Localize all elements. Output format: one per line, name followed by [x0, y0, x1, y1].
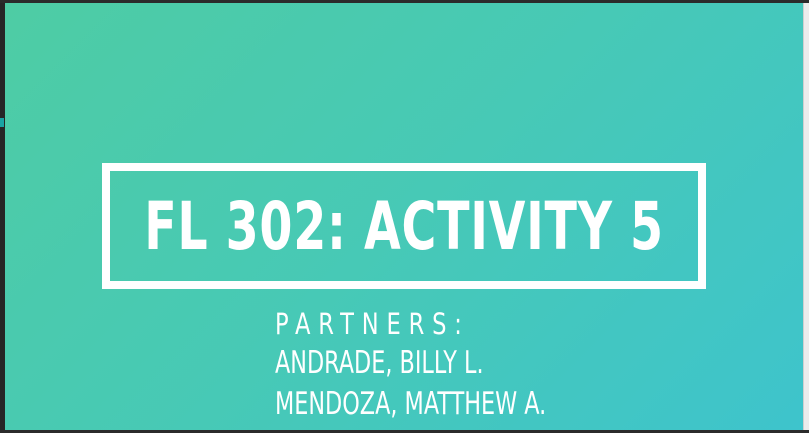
gutter-marker	[0, 159, 4, 170]
gutter-marker	[0, 203, 4, 214]
title-frame: FL 302: ACTIVITY 5	[102, 163, 706, 289]
partner-name: MENDOZA, MATTHEW A.	[275, 386, 547, 422]
title-slide[interactable]: FL 302: ACTIVITY 5 PARTNERS: ANDRADE, BI…	[5, 3, 804, 430]
presentation-window: FL 302: ACTIVITY 5 PARTNERS: ANDRADE, BI…	[0, 0, 809, 433]
gutter-marker	[0, 181, 4, 192]
gutter-marker	[0, 137, 4, 148]
right-scrollbar[interactable]	[803, 3, 809, 430]
partners-label: PARTNERS:	[275, 307, 470, 341]
partner-name: ANDRADE, BILLY L.	[275, 345, 484, 381]
gutter-marker	[0, 118, 4, 127]
slide-title: FL 302: ACTIVITY 5	[144, 187, 664, 265]
